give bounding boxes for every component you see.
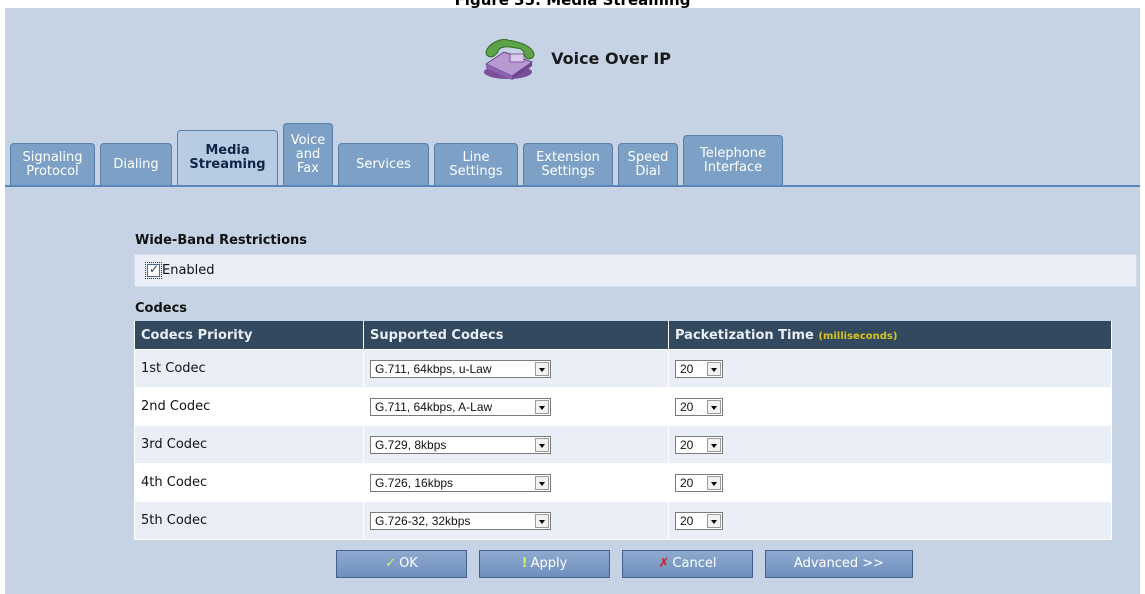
table-header-row: Codecs Priority Supported Codecs Packeti… bbox=[134, 321, 1112, 350]
chevron-down-icon[interactable] bbox=[535, 437, 549, 452]
tab-label: Line Settings bbox=[449, 149, 503, 179]
wideband-enabled-row: Enabled bbox=[134, 254, 1137, 287]
codec-priority-cell: 5th Codec bbox=[134, 501, 364, 540]
codec-cell: G.726, 16kbps bbox=[363, 463, 669, 502]
cancel-button[interactable]: ✗ Cancel bbox=[622, 550, 753, 578]
ok-button[interactable]: ✓ OK bbox=[336, 550, 467, 578]
header-codecs-priority: Codecs Priority bbox=[134, 321, 364, 350]
ptime-select-value: 20 bbox=[680, 513, 694, 528]
chevron-down-icon[interactable] bbox=[535, 475, 549, 490]
tab-telephone-interface[interactable]: Telephone Interface bbox=[683, 135, 783, 185]
wideband-enabled-checkbox[interactable] bbox=[145, 262, 162, 279]
codec-select-value: G.729, 8kbps bbox=[375, 437, 447, 452]
advanced-button[interactable]: Advanced >> bbox=[765, 550, 913, 578]
tab-line-settings[interactable]: Line Settings bbox=[434, 143, 518, 185]
ptime-select[interactable]: 20 bbox=[675, 397, 723, 416]
ok-button-label: OK bbox=[399, 556, 418, 571]
chevron-down-icon[interactable] bbox=[707, 361, 721, 376]
table-row: 5th Codec G.726-32, 32kbps 20 bbox=[134, 501, 1112, 540]
codec-priority-cell: 1st Codec bbox=[134, 349, 364, 388]
advanced-button-label: Advanced >> bbox=[793, 556, 885, 571]
codec-select-value: G.726-32, 32kbps bbox=[375, 513, 471, 528]
checkmark-icon: ✓ bbox=[385, 556, 397, 571]
ptime-cell: 20 bbox=[668, 425, 1112, 464]
x-mark-icon: ✗ bbox=[658, 556, 670, 571]
apply-button[interactable]: ! Apply bbox=[479, 550, 610, 578]
codec-select[interactable]: G.711, 64kbps, u-Law bbox=[370, 359, 551, 378]
chevron-down-icon[interactable] bbox=[535, 399, 549, 414]
ptime-select-value: 20 bbox=[680, 475, 694, 490]
codec-select[interactable]: G.729, 8kbps bbox=[370, 435, 551, 454]
codec-select-value: G.726, 16kbps bbox=[375, 475, 454, 490]
apply-button-label: Apply bbox=[530, 556, 568, 571]
table-row: 4th Codec G.726, 16kbps 20 bbox=[134, 463, 1112, 502]
page-header: Voice Over IP bbox=[5, 34, 1140, 82]
tab-label: Signaling Protocol bbox=[22, 149, 83, 179]
codec-select[interactable]: G.726, 16kbps bbox=[370, 473, 551, 492]
cancel-button-label: Cancel bbox=[672, 556, 717, 571]
table-row: 3rd Codec G.729, 8kbps 20 bbox=[134, 425, 1112, 464]
chevron-down-icon[interactable] bbox=[535, 361, 549, 376]
tab-label: Extension Settings bbox=[536, 149, 600, 179]
codec-cell: G.711, 64kbps, u-Law bbox=[363, 349, 669, 388]
tab-label: Speed Dial bbox=[627, 149, 669, 179]
header-ptime-unit: (milliseconds) bbox=[818, 330, 898, 342]
tab-extension-settings[interactable]: Extension Settings bbox=[523, 143, 613, 185]
header-ptime-label: Packetization Time bbox=[675, 327, 814, 343]
codec-select[interactable]: G.726-32, 32kbps bbox=[370, 511, 551, 530]
ptime-select-value: 20 bbox=[680, 399, 694, 414]
tab-label: Media Streaming bbox=[189, 143, 266, 172]
codec-priority-cell: 3rd Codec bbox=[134, 425, 364, 464]
tab-signaling-protocol[interactable]: Signaling Protocol bbox=[10, 143, 95, 185]
codec-cell: G.729, 8kbps bbox=[363, 425, 669, 464]
ptime-select[interactable]: 20 bbox=[675, 511, 723, 530]
ptime-cell: 20 bbox=[668, 349, 1112, 388]
ptime-cell: 20 bbox=[668, 387, 1112, 426]
ptime-select[interactable]: 20 bbox=[675, 359, 723, 378]
page-title: Voice Over IP bbox=[551, 48, 671, 68]
codec-select[interactable]: G.711, 64kbps, A-Law bbox=[370, 397, 551, 416]
chevron-down-icon[interactable] bbox=[707, 437, 721, 452]
codecs-table: Codecs Priority Supported Codecs Packeti… bbox=[134, 321, 1112, 540]
tab-speed-dial[interactable]: Speed Dial bbox=[618, 143, 678, 185]
codecs-section-title: Codecs bbox=[135, 301, 188, 316]
tab-label: Dialing bbox=[113, 156, 159, 172]
tab-label: Voice and Fax bbox=[290, 132, 326, 176]
wideband-section-title: Wide-Band Restrictions bbox=[135, 233, 308, 248]
codec-cell: G.726-32, 32kbps bbox=[363, 501, 669, 540]
ptime-cell: 20 bbox=[668, 501, 1112, 540]
chevron-down-icon[interactable] bbox=[707, 475, 721, 490]
tab-bar: Signaling Protocol Dialing Media Streami… bbox=[10, 120, 1140, 185]
header-supported-codecs: Supported Codecs bbox=[363, 321, 669, 350]
enabled-label: Enabled bbox=[162, 263, 215, 278]
tab-label: Telephone Interface bbox=[699, 145, 767, 175]
exclamation-icon: ! bbox=[521, 556, 528, 571]
chevron-down-icon[interactable] bbox=[535, 513, 549, 528]
codec-cell: G.711, 64kbps, A-Law bbox=[363, 387, 669, 426]
ptime-select-value: 20 bbox=[680, 361, 694, 376]
codec-select-value: G.711, 64kbps, A-Law bbox=[375, 399, 493, 414]
tab-media-streaming[interactable]: Media Streaming bbox=[177, 130, 278, 185]
ptime-select[interactable]: 20 bbox=[675, 473, 723, 492]
tab-divider bbox=[5, 185, 1140, 187]
codec-priority-cell: 4th Codec bbox=[134, 463, 364, 502]
tab-voice-and-fax[interactable]: Voice and Fax bbox=[283, 123, 333, 185]
tab-dialing[interactable]: Dialing bbox=[100, 143, 172, 185]
chevron-down-icon[interactable] bbox=[707, 513, 721, 528]
ptime-select-value: 20 bbox=[680, 437, 694, 452]
chevron-down-icon[interactable] bbox=[707, 399, 721, 414]
tab-label: Services bbox=[356, 156, 411, 172]
header-packetization-time: Packetization Time (milliseconds) bbox=[668, 321, 1112, 350]
tab-services[interactable]: Services bbox=[338, 143, 429, 185]
ptime-cell: 20 bbox=[668, 463, 1112, 502]
table-row: 1st Codec G.711, 64kbps, u-Law 20 bbox=[134, 349, 1112, 388]
codec-select-value: G.711, 64kbps, u-Law bbox=[375, 361, 492, 376]
table-row: 2nd Codec G.711, 64kbps, A-Law 20 bbox=[134, 387, 1112, 426]
ptime-select[interactable]: 20 bbox=[675, 435, 723, 454]
codec-priority-cell: 2nd Codec bbox=[134, 387, 364, 426]
voip-panel: Voice Over IP Signaling Protocol Dialing… bbox=[5, 8, 1140, 594]
voip-phone-icon bbox=[474, 34, 542, 82]
